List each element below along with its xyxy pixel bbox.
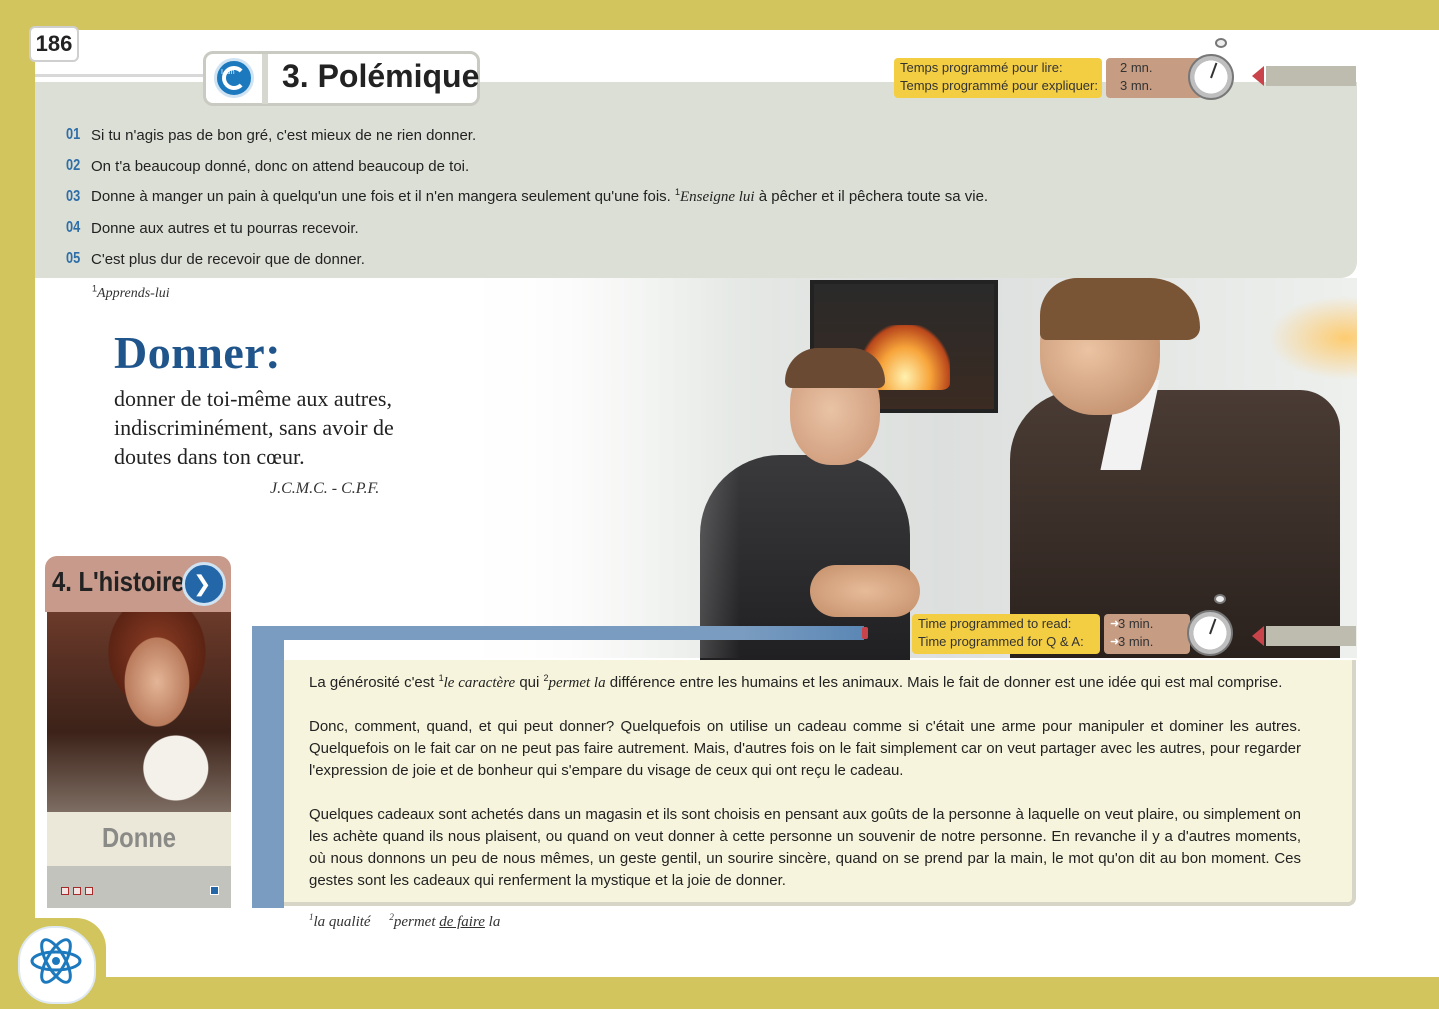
text-italic: permet la (548, 675, 606, 691)
arrow-left-icon (1252, 66, 1264, 86)
list-item: 03 Donne à manger un pain à quelqu'un un… (66, 186, 988, 208)
story-paragraph: Quelques cadeaux sont achetés dans un ma… (309, 806, 1301, 889)
text-part: qui (519, 674, 540, 691)
progress-bar (1266, 626, 1356, 646)
slide-dot[interactable] (61, 887, 69, 895)
arrow-left-icon (1252, 626, 1264, 646)
story-frame-end (862, 627, 868, 639)
story-paragraph: La générosité c'est 1le caractère qui 2p… (309, 672, 1301, 694)
timer-labels: Time programmed to read: Time programmed… (912, 614, 1100, 654)
list-item: 02 On t'a beaucoup donné, donc on attend… (66, 155, 469, 177)
item-number: 02 (66, 157, 81, 174)
item-text: On t'a beaucoup donné, donc on attend be… (91, 157, 470, 175)
man-hair-image (1040, 278, 1200, 340)
text-italic: le caractère (443, 675, 516, 691)
story-text: La générosité c'est 1le caractère qui 2p… (309, 672, 1301, 892)
story-frame-left (252, 626, 284, 908)
list-item: 01 Si tu n'agis pas de bon gré, c'est mi… (66, 124, 476, 146)
item-number: 04 (66, 219, 81, 236)
footnote: 1Apprends-lui (92, 284, 170, 302)
story-frame-top (252, 626, 864, 640)
section-title: 4. L'histoire (52, 566, 185, 597)
item-text: Si tu n'agis pas de bon gré, c'est mieux… (91, 126, 477, 144)
slide-dot[interactable] (73, 887, 81, 895)
video-title[interactable]: Donne (61, 822, 217, 854)
footnote: 1la qualité 2permet de faire la (309, 913, 501, 931)
footnote-text: la (488, 914, 501, 930)
stopwatch-crown-icon (1215, 38, 1227, 48)
footnote-text: permet (393, 914, 436, 930)
time-read-label: Time programmed to read: (918, 616, 1072, 631)
time-read-label: Temps programmé pour lire: (900, 60, 1063, 75)
page-number: 186 (29, 26, 79, 62)
arrow-right-icon: ➜ (1110, 636, 1120, 648)
time-read-value: 3 min. (1118, 616, 1154, 631)
quote-title: Donner: (114, 327, 282, 378)
chevron-right-icon: ❯ (193, 572, 212, 597)
photo-fade (440, 278, 740, 658)
item-number: 05 (66, 250, 81, 267)
item-text-part: Donne à manger un pain à quelqu'un une f… (91, 188, 671, 205)
divider (262, 54, 268, 104)
slide-dot[interactable] (85, 887, 93, 895)
quote-body: donner de toi-même aux autres, indiscrim… (114, 386, 394, 469)
progress-bar (1266, 66, 1356, 86)
stopwatch-crown-icon (1214, 594, 1226, 604)
footnote-text: de faire (439, 914, 485, 930)
item-number: 01 (66, 126, 81, 143)
time-qa-value: 3 min. (1118, 634, 1154, 649)
video-thumbnail[interactable] (47, 612, 231, 812)
section-title: 3. Polémique (282, 58, 480, 94)
play-indicator-icon[interactable] (210, 886, 219, 895)
item-text: C'est plus dur de recevoir que de donner… (91, 250, 365, 268)
text-part: La générosité c'est (309, 674, 435, 691)
text-part: différence entre les humains et les anim… (609, 674, 1283, 691)
divider (35, 74, 215, 77)
item-number: 03 (66, 188, 81, 205)
time-explain-label: Temps programmé pour expliquer: (900, 78, 1098, 93)
arrow-right-icon: ➜ (1110, 618, 1120, 630)
atom-icon (30, 938, 82, 984)
list-item: 04 Donne aux autres et tu pourras recevo… (66, 217, 359, 239)
item-text: Donne à manger un pain à quelqu'un une f… (91, 188, 988, 206)
list-item: 05 C'est plus dur de recevoir que de don… (66, 248, 365, 270)
footnote-text: la qualité (313, 914, 371, 930)
iam-logo-text: I am (221, 69, 235, 76)
time-read-value: 2 mn. (1120, 60, 1153, 75)
item-text: Donne aux autres et tu pourras recevoir. (91, 219, 359, 237)
man-hair-image (785, 348, 885, 388)
time-explain-value: 3 mn. (1120, 78, 1153, 93)
time-qa-label: Time programmed for Q & A: (918, 634, 1084, 649)
handshake-image (810, 565, 920, 617)
timer-labels: Temps programmé pour lire: Temps program… (894, 58, 1102, 98)
item-italic: Enseigne lui (680, 189, 755, 205)
quote-signature: J.C.M.C. - C.P.F. (270, 480, 380, 497)
item-text-part: à pêcher et il pêchera toute sa vie. (758, 188, 989, 205)
story-paragraph: Donc, comment, quand, et qui peut donner… (309, 718, 1301, 779)
footnote-text: Apprends-lui (97, 286, 170, 301)
